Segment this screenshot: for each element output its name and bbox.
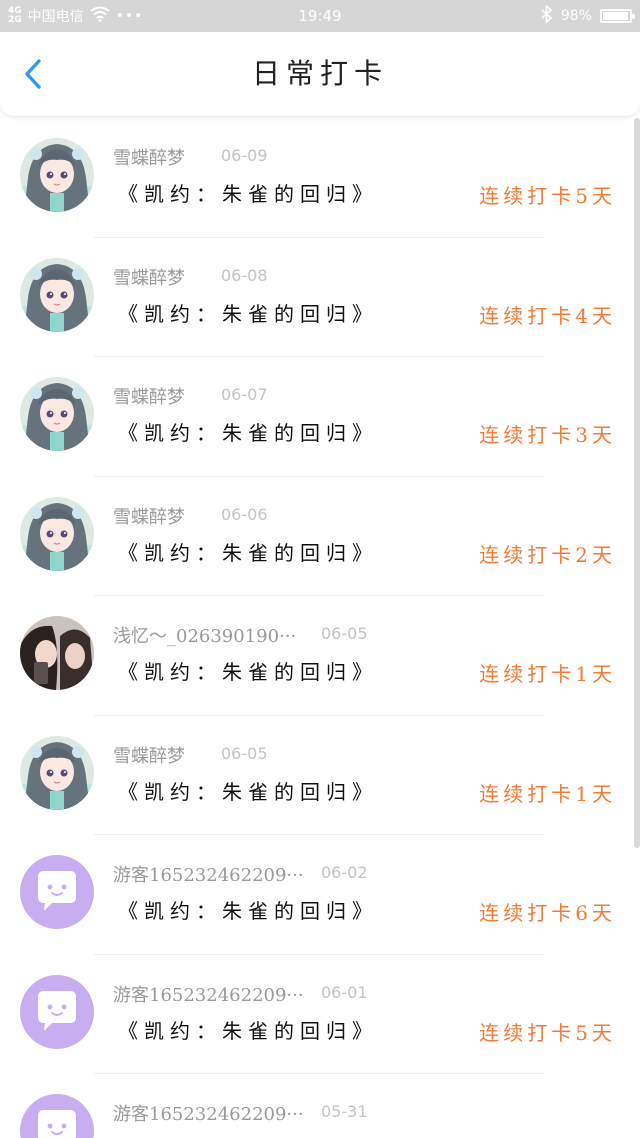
user-avatar[interactable] — [20, 138, 94, 212]
checkin-list-item[interactable]: 游客165232462209··· 06-01 《凯约：朱雀的回归》 连续打卡5天 — [0, 955, 640, 1074]
checkin-date: 06-05 — [221, 743, 268, 763]
user-avatar-girl-icon — [20, 735, 94, 810]
checkin-list-item[interactable]: 雪蝶醉梦 06-08 《凯约：朱雀的回归》 连续打卡4天 — [0, 238, 640, 357]
checkin-date: 06-01 — [321, 982, 368, 1002]
book-title: 《凯约：朱雀的回归》 — [118, 301, 378, 326]
user-avatar[interactable] — [20, 974, 94, 1049]
guest-avatar-icon — [20, 974, 94, 1049]
checkin-date: 05-31 — [321, 1102, 368, 1121]
checkin-date: 06-07 — [221, 385, 268, 404]
battery-level-fill — [603, 12, 629, 20]
user-name: 雪蝶醉梦 — [113, 506, 185, 528]
streak-label: 连续打卡2天 — [479, 542, 616, 567]
user-avatar[interactable] — [20, 855, 94, 929]
user-avatar[interactable] — [20, 377, 94, 451]
user-name: 雪蝶醉梦 — [113, 387, 185, 408]
user-name: 游客165232462209··· — [113, 865, 304, 886]
checkin-list-item[interactable]: 雪蝶醉梦 06-09 《凯约：朱雀的回归》 连续打卡5天 — [0, 118, 640, 238]
streak-label: 连续打卡1天 — [479, 781, 616, 806]
book-title: 《凯约：朱雀的回归》 — [118, 421, 378, 445]
user-name: 雪蝶醉梦 — [113, 148, 185, 169]
checkin-date: 06-09 — [221, 146, 268, 165]
user-avatar[interactable] — [20, 257, 94, 332]
user-name: 游客165232462209··· — [113, 984, 304, 1006]
user-avatar[interactable] — [20, 616, 94, 690]
book-title: 《凯约：朱雀的回归》 — [118, 540, 378, 565]
guest-avatar-icon — [20, 855, 94, 929]
checkin-list-item[interactable]: 游客165232462209··· 06-02 《凯约：朱雀的回归》 连续打卡6天 — [0, 835, 640, 955]
book-title: 《凯约：朱雀的回归》 — [118, 779, 378, 804]
streak-label: 连续打卡4天 — [479, 303, 616, 328]
checkin-list-item[interactable]: 游客165232462209···05-31《凯约：朱雀的回归》连续打卡4天 — [0, 1074, 640, 1138]
streak-label: 连续打卡6天 — [479, 901, 616, 925]
book-title: 《凯约：朱雀的回归》 — [118, 899, 378, 923]
user-avatar[interactable] — [20, 735, 94, 810]
user-avatar-girl-icon — [20, 257, 94, 332]
checkin-list-item[interactable]: 雪蝶醉梦 06-07 《凯约：朱雀的回归》 连续打卡3天 — [0, 357, 640, 477]
user-avatar-girl-icon — [20, 496, 94, 571]
user-avatar[interactable] — [20, 496, 94, 571]
bluetooth-icon — [541, 4, 553, 27]
streak-label: 连续打卡5天 — [479, 1020, 616, 1045]
checkin-date: 06-05 — [321, 624, 368, 643]
user-name: 浅忆～_026390190··· — [113, 626, 297, 647]
battery-icon — [600, 9, 635, 23]
user-avatar-girl-icon — [20, 377, 94, 451]
book-title: 《凯约：朱雀的回归》 — [118, 182, 378, 206]
checkin-list-item[interactable]: 浅忆～_026390190··· 06-05 《凯约：朱雀的回归》 连续打卡1天 — [0, 596, 640, 716]
user-name: 雪蝶醉梦 — [113, 745, 185, 767]
status-bar: 4G 2G 中国电信 ••• 19:49 98% — [0, 0, 640, 32]
user-name: 雪蝶醉梦 — [113, 267, 185, 289]
checkin-date: 06-08 — [221, 265, 268, 285]
app-header: 日常打卡 — [0, 32, 640, 117]
user-avatar-photo-icon — [20, 616, 94, 690]
streak-label: 连续打卡1天 — [479, 662, 616, 686]
streak-label: 连续打卡5天 — [479, 184, 616, 208]
book-title: 《凯约：朱雀的回归》 — [118, 1018, 378, 1043]
checkin-list-item[interactable]: 雪蝶醉梦 06-05 《凯约：朱雀的回归》 连续打卡1天 — [0, 716, 640, 835]
user-name: 游客165232462209··· — [113, 1104, 304, 1125]
checkin-list-item[interactable]: 雪蝶醉梦 06-06 《凯约：朱雀的回归》 连续打卡2天 — [0, 477, 640, 596]
user-avatar[interactable] — [20, 1094, 94, 1138]
battery-percent: 98% — [560, 8, 592, 24]
status-bar-right: 98% — [541, 0, 635, 32]
book-title: 《凯约：朱雀的回归》 — [118, 1134, 378, 1138]
checkin-list[interactable]: 雪蝶醉梦 06-09 《凯约：朱雀的回归》 连续打卡5天 雪蝶醉梦 06-08 《凯约：朱雀… — [0, 118, 640, 1138]
user-avatar-girl-icon — [20, 138, 94, 212]
scrollbar[interactable] — [634, 118, 640, 848]
checkin-date: 06-02 — [321, 863, 368, 882]
guest-avatar-icon — [20, 1094, 94, 1138]
book-title: 《凯约：朱雀的回归》 — [118, 660, 378, 684]
streak-label: 连续打卡3天 — [479, 423, 616, 447]
page-title: 日常打卡 — [251, 57, 388, 90]
checkin-date: 06-06 — [221, 504, 268, 524]
